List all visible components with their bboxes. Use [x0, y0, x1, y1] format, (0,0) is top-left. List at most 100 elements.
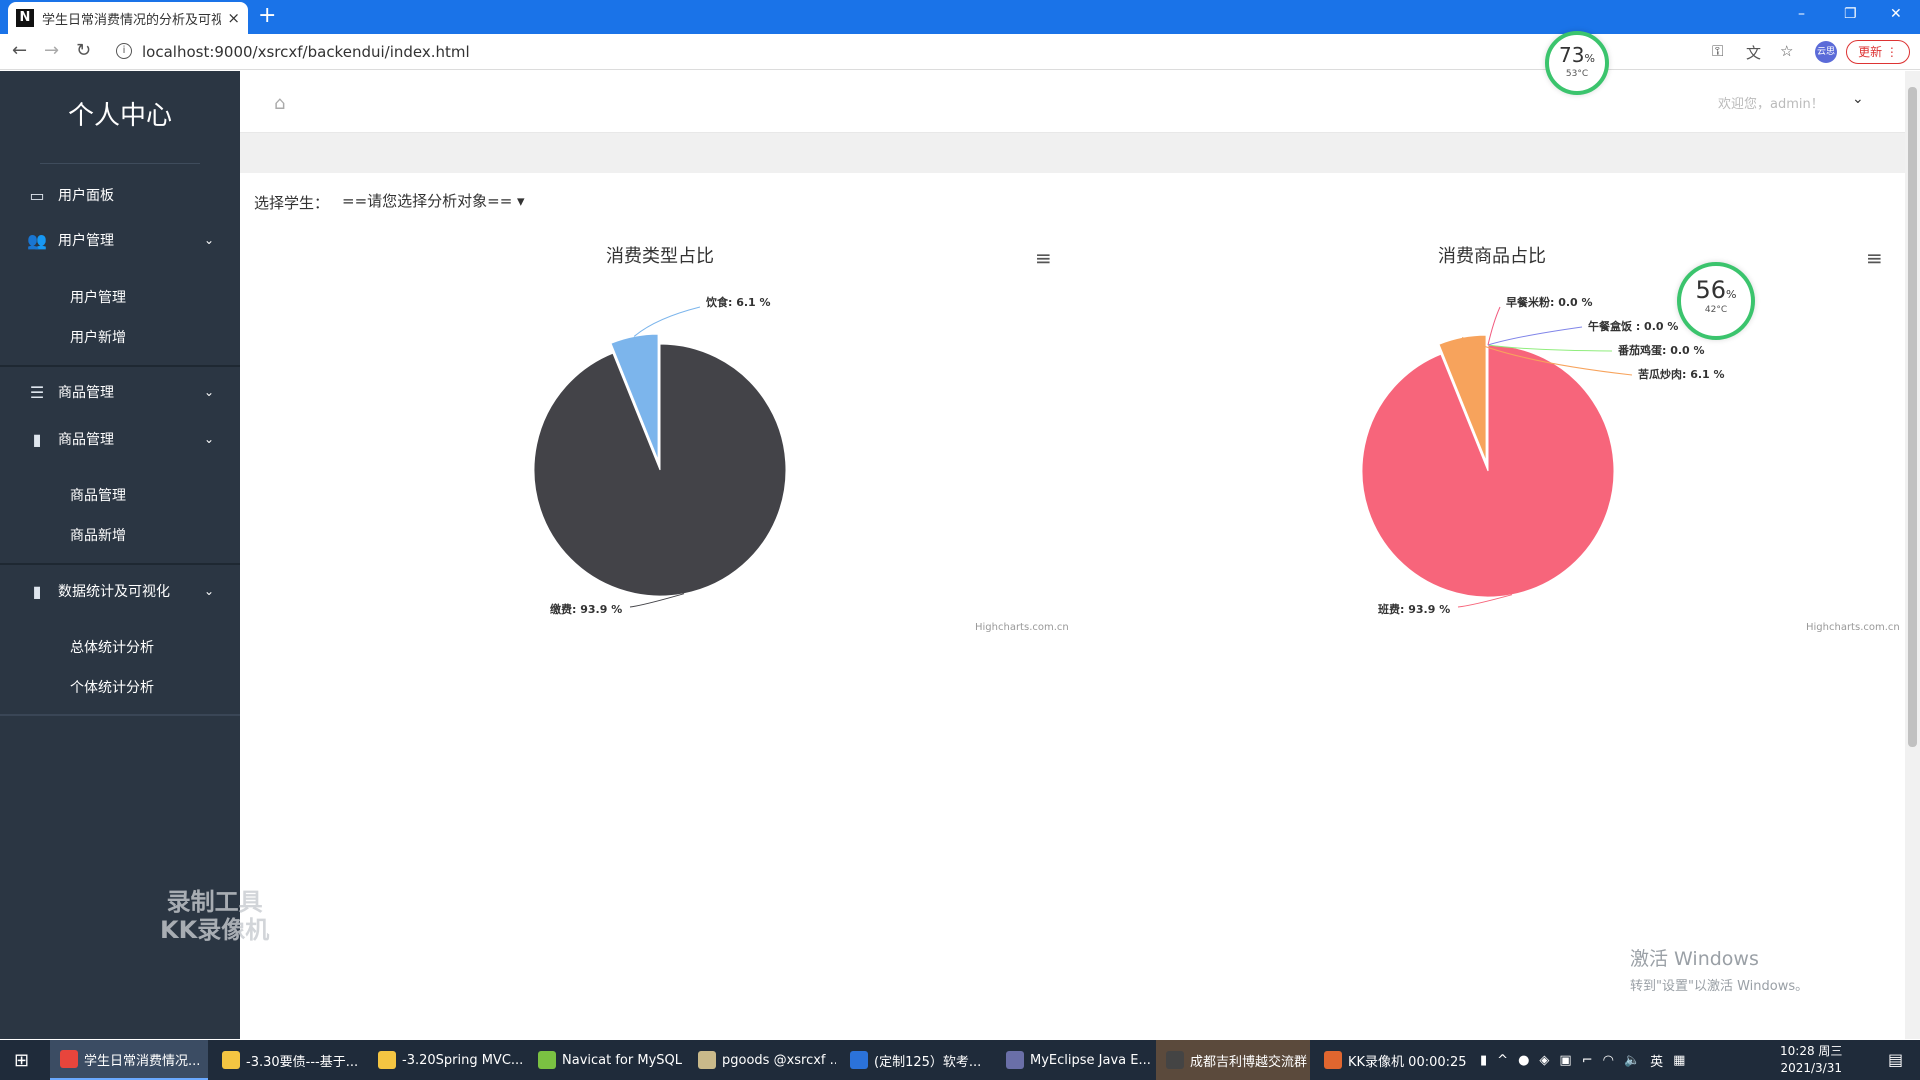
main-header: ⌂ 欢迎您，admin！ ⌄: [240, 71, 1905, 133]
sidebar-item-goods-management-1[interactable]: ☰ 商品管理 ⌄: [0, 372, 240, 412]
update-button[interactable]: 更新 ⋮: [1846, 40, 1910, 64]
sidebar-divider: [0, 563, 240, 565]
home-icon[interactable]: ⌂: [274, 93, 285, 114]
chart1-menu-icon[interactable]: ≡: [1035, 246, 1052, 270]
chevron-down-icon: ⌄: [203, 432, 214, 446]
pie-data-label: 早餐米粉: 0.0 %: [1506, 295, 1593, 309]
taskbar-item-label: pgoods @xsrcxf ...: [722, 1052, 836, 1068]
taskbar-item[interactable]: MyEclipse Java E...: [996, 1040, 1152, 1080]
sidebar-subitem-user-add[interactable]: 用户新增: [70, 327, 126, 347]
sidebar-item-goods-management-2[interactable]: ▮ 商品管理 ⌄: [0, 419, 240, 459]
translate-icon[interactable]: 文: [1746, 42, 1761, 63]
pie-data-label: 饮食: 6.1 %: [705, 295, 771, 309]
shield-icon[interactable]: ▣: [1559, 1053, 1571, 1068]
sidebar-subitem-individual-analysis[interactable]: 个体统计分析: [70, 677, 154, 697]
table-icon: [698, 1051, 716, 1069]
sidebar-divider: [0, 714, 240, 716]
chevron-down-icon: ⌄: [203, 385, 214, 399]
taskbar-item-label: 成都吉利博越交流群: [1190, 1054, 1308, 1070]
pie-slice[interactable]: [1361, 344, 1615, 598]
sidebar-subitem-goods-management[interactable]: 商品管理: [70, 485, 126, 505]
pie-connector: [1487, 306, 1501, 346]
page-scrollbar[interactable]: [1905, 71, 1920, 1039]
chrome-icon: [60, 1050, 78, 1068]
network-icon[interactable]: ◈: [1539, 1053, 1549, 1068]
taskbar-item[interactable]: pgoods @xsrcxf ...: [688, 1040, 836, 1080]
url-field[interactable]: localhost:9000/xsrcxf/backendui/index.ht…: [142, 43, 470, 61]
laptop-icon: ▭: [29, 185, 45, 205]
sidebar-subitem-goods-add[interactable]: 商品新增: [70, 525, 126, 545]
chevron-up-icon[interactable]: ^: [1497, 1053, 1508, 1068]
bookmark-star-icon[interactable]: ☆: [1780, 42, 1793, 60]
windows-taskbar: ⊞ 学生日常消费情况... -3.30要债---基于... -3.20Spring …: [0, 1040, 1920, 1080]
pie-data-label: 苦瓜炒肉: 6.1 %: [1638, 367, 1725, 381]
chat-icon: [1166, 1051, 1184, 1069]
taskbar-item[interactable]: 学生日常消费情况...: [50, 1040, 208, 1080]
chart2-credits[interactable]: Highcharts.com.cn: [1806, 622, 1900, 633]
battery-icon[interactable]: ▮: [1480, 1053, 1487, 1068]
profile-avatar[interactable]: 云思: [1815, 41, 1837, 63]
sidebar-subitem-overall-analysis[interactable]: 总体统计分析: [70, 637, 154, 657]
sidebar-item-statistics[interactable]: ▮ 数据统计及可视化 ⌄: [0, 571, 240, 611]
taskbar-item[interactable]: -3.20Spring MVC...: [368, 1040, 524, 1080]
file-icon: ▮: [32, 581, 42, 601]
back-arrow-icon[interactable]: ←: [12, 40, 27, 61]
eclipse-icon: [1006, 1051, 1024, 1069]
volume-icon[interactable]: 🔈: [1624, 1053, 1640, 1068]
pie-data-label: 班费: 93.9 %: [1378, 602, 1450, 616]
chevron-down-icon: ⌄: [203, 584, 214, 598]
taskbar-item-label: 学生日常消费情况...: [84, 1053, 201, 1069]
taskbar-item-label: (定制125）软考...: [874, 1054, 982, 1070]
taskbar-item[interactable]: (定制125）软考...: [840, 1040, 992, 1080]
chart2-pie: 班费: 93.9 % 苦瓜炒肉: 6.1 % 番茄鸡蛋: 0.0 % 午餐盒饭 : 0…: [1361, 295, 1725, 616]
chevron-down-icon[interactable]: ⌄: [1852, 91, 1864, 107]
site-info-icon[interactable]: i: [116, 43, 132, 59]
welcome-text: 欢迎您，admin！: [1718, 97, 1824, 112]
chart1-credits[interactable]: Highcharts.com.cn: [975, 622, 1069, 633]
student-select[interactable]: ==请您选择分析对象== ▾: [342, 190, 525, 211]
taskbar-item[interactable]: KK录像机 00:00:25: [1314, 1040, 1474, 1080]
scrollbar-thumb[interactable]: [1908, 87, 1917, 747]
window-restore-button[interactable]: ❐: [1844, 6, 1857, 22]
tab-close-icon[interactable]: ×: [227, 9, 240, 27]
taskbar-item-label: MyEclipse Java E...: [1030, 1052, 1151, 1068]
cpu-gauge-widget: 73% 53°C: [1545, 31, 1609, 95]
windows-start-icon[interactable]: ⊞: [14, 1050, 29, 1071]
taskbar-item[interactable]: Navicat for MySQL: [528, 1040, 684, 1080]
recorder-icon: [1324, 1051, 1342, 1069]
tray-app-icon[interactable]: ●: [1518, 1053, 1529, 1068]
browser-tab[interactable]: N 学生日常消费情况的分析及可视化 ×: [8, 2, 248, 34]
keyboard-grid-icon[interactable]: ▦: [1673, 1053, 1685, 1068]
taskbar-clock[interactable]: 10:28 周三 2021/3/31: [1780, 1043, 1842, 1077]
sidebar-item-user-panel[interactable]: ▭ 用户面板: [0, 175, 240, 215]
window-close-button[interactable]: ✕: [1890, 6, 1902, 22]
chart2-menu-icon[interactable]: ≡: [1866, 246, 1883, 270]
pie-slice[interactable]: [533, 343, 787, 597]
notification-icon[interactable]: ▤: [1888, 1050, 1903, 1069]
window-minimize-button[interactable]: –: [1798, 6, 1805, 22]
list-icon: ☰: [29, 382, 45, 402]
forward-arrow-icon[interactable]: →: [44, 40, 59, 61]
sidebar-item-user-management[interactable]: 👥 用户管理 ⌄: [0, 220, 240, 260]
chart1-pie: 缴费: 93.9 % 饮食: 6.1 %: [533, 295, 787, 616]
sidebar-divider: [40, 163, 200, 164]
new-tab-button[interactable]: +: [258, 5, 276, 27]
display-icon[interactable]: ⌐: [1582, 1053, 1593, 1068]
reload-icon[interactable]: ↻: [76, 40, 91, 61]
taskbar-item-label: -3.20Spring MVC...: [402, 1052, 524, 1068]
content-header-band: [240, 133, 1905, 173]
taskbar-item[interactable]: 成都吉利博越交流群: [1156, 1040, 1310, 1080]
tab-favicon-icon: N: [16, 9, 34, 27]
navicat-icon: [538, 1051, 556, 1069]
key-icon[interactable]: ⚿: [1712, 42, 1723, 60]
recorder-watermark: 录制工具 KK录像机: [160, 888, 270, 944]
pie-connector: [1487, 326, 1583, 346]
tab-title: 学生日常消费情况的分析及可视化: [42, 12, 222, 28]
sidebar-subitem-user-management[interactable]: 用户管理: [70, 287, 126, 307]
taskbar-item[interactable]: -3.30要债---基于...: [212, 1040, 364, 1080]
chart2-title: 消费商品占比: [1438, 246, 1546, 267]
wifi-icon[interactable]: ◠: [1603, 1053, 1614, 1068]
ime-indicator[interactable]: 英: [1650, 1051, 1663, 1070]
chart1-title: 消费类型占比: [606, 246, 714, 267]
chevron-down-icon: ⌄: [203, 233, 214, 247]
